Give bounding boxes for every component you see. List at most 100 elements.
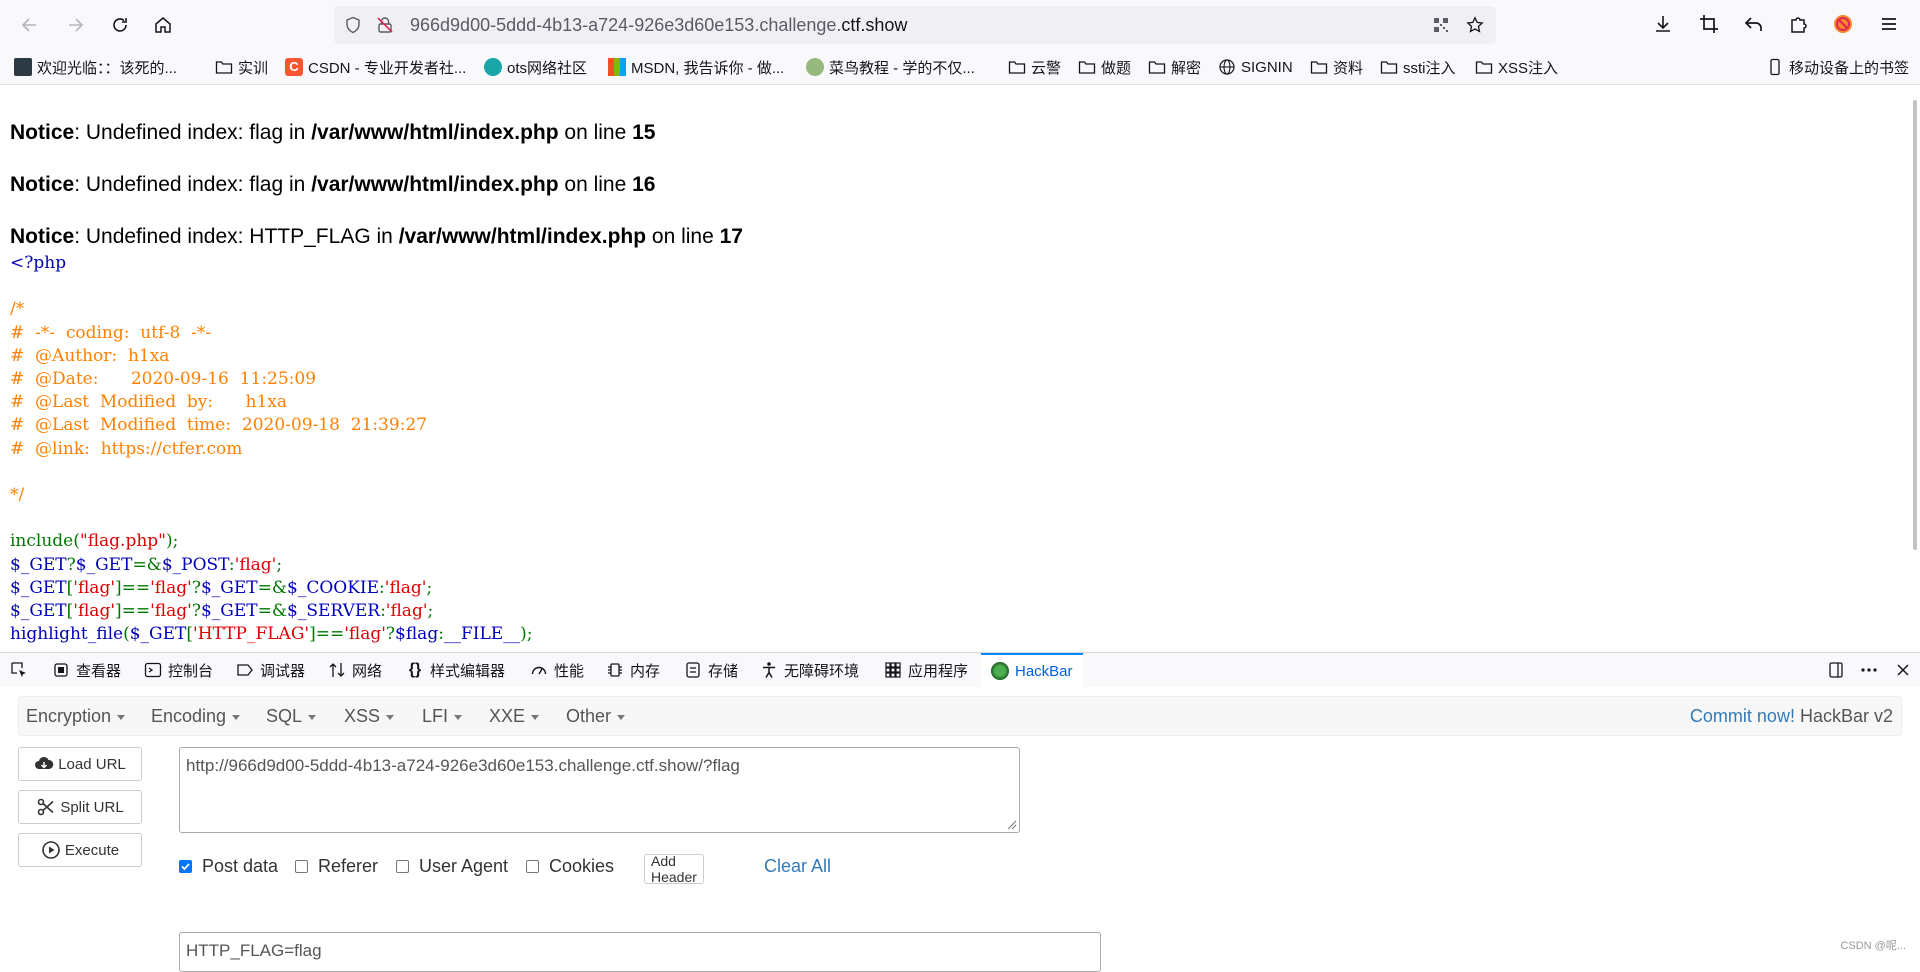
menu-sql[interactable]: SQL [266, 706, 317, 727]
url-prefix: 966d9d00-5ddd-4b13-a724-926e3d60e153.cha… [410, 15, 842, 35]
execute-button[interactable]: Execute [18, 833, 142, 867]
devtools-more-button[interactable] [1860, 653, 1884, 687]
extensions-button[interactable] [1788, 13, 1812, 37]
bookmarks-bar: 欢迎光临：：该死的... 实训 C CSDN - 专业开发者社... ots网络社… [0, 50, 1920, 85]
dock-toggle-button[interactable] [1827, 653, 1851, 687]
checkbox-icon[interactable] [295, 860, 308, 873]
user-agent-checkbox[interactable]: User Agent [396, 856, 508, 877]
post-data-checkbox[interactable]: Post data [179, 856, 278, 877]
globe-icon [1219, 59, 1235, 75]
bookmark-folder-2[interactable]: 云警 [1008, 56, 1061, 78]
bookmark-msdn[interactable]: MSDN, 我告诉你 - 做... [608, 56, 784, 78]
tab-console[interactable]: 控制台 [144, 653, 213, 687]
caret-down-icon [531, 714, 540, 720]
downloads-button[interactable] [1652, 13, 1676, 37]
php-source-code: <?php /* # -*- coding: utf-8 -*- # @Auth… [10, 253, 533, 645]
url-text[interactable]: 966d9d00-5ddd-4b13-a724-926e3d60e153.cha… [410, 15, 907, 36]
tab-application[interactable]: 应用程序 [884, 653, 968, 687]
tab-performance[interactable]: 性能 [530, 653, 584, 687]
msdn-logo-icon [608, 58, 626, 76]
bookmark-folder-7[interactable]: XSS注入 [1475, 56, 1558, 78]
page-scrollbar-thumb[interactable] [1913, 100, 1917, 550]
app-grid-icon [885, 662, 901, 678]
tab-accessibility[interactable]: 无障碍环境 [760, 653, 859, 687]
menu-encryption[interactable]: Encryption [26, 706, 126, 727]
console-icon [144, 662, 162, 678]
menu-xxe[interactable]: XXE [489, 706, 540, 727]
shield-icon[interactable] [344, 16, 362, 34]
menu-lfi[interactable]: LFI [422, 706, 463, 727]
bookmark-folder-4[interactable]: 解密 [1148, 56, 1201, 78]
menu-button[interactable] [1878, 13, 1902, 37]
home-button[interactable] [143, 5, 183, 45]
screenshot-button[interactable] [1698, 13, 1722, 37]
caret-down-icon [454, 714, 463, 720]
checkbox-checked-icon[interactable] [179, 860, 192, 873]
menu-other[interactable]: Other [566, 706, 626, 727]
hackbar-panel: Encryption Encoding SQL XSS LFI XXE Othe… [0, 687, 1920, 972]
inspector-icon [54, 663, 68, 677]
forward-button[interactable] [55, 5, 95, 45]
resize-grip-icon[interactable] [1005, 818, 1017, 830]
url-textarea[interactable]: http://966d9d00-5ddd-4b13-a724-926e3d60e… [179, 747, 1020, 833]
tab-debugger[interactable]: 调试器 [236, 653, 305, 687]
braces-icon: {} [408, 661, 422, 678]
tab-memory[interactable]: 内存 [606, 653, 660, 687]
referer-checkbox[interactable]: Referer [295, 856, 378, 877]
undo-button[interactable] [1743, 13, 1767, 37]
address-bar[interactable]: 966d9d00-5ddd-4b13-a724-926e3d60e153.cha… [334, 6, 1496, 44]
puzzle-icon [1791, 17, 1807, 33]
reload-button[interactable] [100, 5, 140, 45]
more-dots-icon [1861, 668, 1877, 672]
crop-icon [1700, 15, 1718, 33]
menu-xss[interactable]: XSS [344, 706, 395, 727]
commit-info: Commit now! HackBar v2 [1689, 706, 1893, 726]
bookmark-1[interactable]: 欢迎光临：：该死的... [14, 56, 177, 78]
dock-side-icon [1829, 662, 1843, 678]
load-url-button[interactable]: Load URL [18, 747, 142, 781]
gauge-icon [531, 666, 547, 675]
star-bookmark-icon[interactable] [1466, 16, 1484, 34]
reload-icon [113, 18, 127, 32]
bookmark-folder-6[interactable]: ssti注入 [1380, 56, 1456, 78]
devtools-tabbar: 查看器 控制台 调试器 网络 {} 样式编辑器 性能 内存 存储 无障碍环境 应用… [0, 652, 1920, 688]
download-icon [1656, 16, 1670, 32]
bookmark-folder-1[interactable]: 实训 [215, 56, 268, 78]
checkbox-icon[interactable] [526, 860, 539, 873]
post-data-textarea[interactable]: HTTP_FLAG=flag [179, 932, 1101, 972]
bookmark-csdn[interactable]: C CSDN - 专业开发者社... [285, 56, 466, 78]
bookmark-folder-5[interactable]: 资料 [1310, 56, 1363, 78]
mobile-device-icon [1770, 58, 1780, 76]
bookmark-signin[interactable]: SIGNIN [1218, 56, 1293, 78]
devtools-close-button[interactable] [1894, 653, 1918, 687]
folder-icon [1078, 61, 1096, 74]
bookmark-folder-3[interactable]: 做题 [1078, 56, 1131, 78]
bookmark-mobile[interactable]: 移动设备上的书签 [1766, 56, 1909, 78]
menu-encoding[interactable]: Encoding [151, 706, 241, 727]
element-picker-button[interactable] [10, 653, 34, 687]
insecure-lock-icon[interactable] [376, 16, 394, 34]
browser-toolbar: 966d9d00-5ddd-4b13-a724-926e3d60e153.cha… [0, 0, 1920, 50]
tab-inspector[interactable]: 查看器 [52, 653, 121, 687]
url-domain: ctf.show [841, 15, 908, 35]
commit-now-link[interactable]: Commit now! [1690, 706, 1795, 726]
cookies-checkbox[interactable]: Cookies [526, 856, 614, 877]
qr-code-icon[interactable] [1432, 16, 1450, 34]
hamburger-menu-icon [1882, 18, 1896, 30]
tab-hackbar[interactable]: HackBar [981, 653, 1083, 687]
tab-style-editor[interactable]: {} 样式编辑器 [406, 653, 505, 687]
caret-down-icon [117, 714, 126, 720]
extension-blocker-button[interactable] [1832, 13, 1856, 37]
checkbox-icon[interactable] [396, 860, 409, 873]
php-notice: Notice: Undefined index: flag in /var/ww… [10, 173, 656, 196]
tab-network[interactable]: 网络 [328, 653, 382, 687]
tab-storage[interactable]: 存储 [684, 653, 738, 687]
add-header-button[interactable]: Add Header [644, 853, 704, 885]
bookmark-ots[interactable]: ots网络社区 [484, 56, 587, 78]
split-url-button[interactable]: Split URL [18, 790, 142, 824]
caret-down-icon [386, 714, 395, 720]
clear-all-link[interactable]: Clear All [764, 856, 831, 877]
bookmark-runoob[interactable]: 菜鸟教程 - 学的不仅... [806, 56, 975, 78]
runoob-logo-icon [806, 58, 824, 76]
back-button[interactable] [10, 5, 50, 45]
